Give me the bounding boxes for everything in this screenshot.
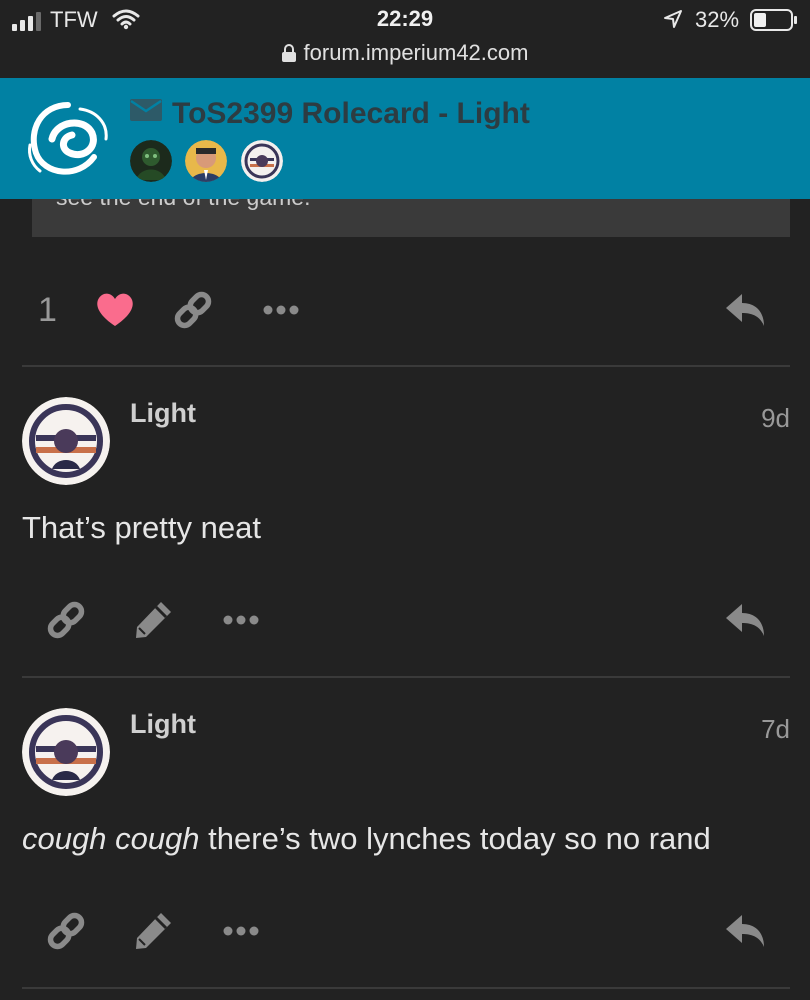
post-divider (22, 676, 790, 678)
participant-1-avatar[interactable] (130, 140, 172, 182)
edit-button[interactable] (131, 598, 175, 642)
battery-percent: 32% (695, 7, 740, 32)
post-age[interactable]: 9d (761, 403, 790, 434)
link-icon (47, 601, 85, 639)
link-icon (174, 291, 212, 329)
more-actions-button[interactable] (259, 288, 303, 332)
post-age[interactable]: 7d (761, 714, 790, 745)
address-url: forum.imperium42.com (303, 40, 529, 65)
avatar[interactable] (22, 708, 110, 796)
clock: 22:29 (376, 6, 434, 31)
more-actions-button[interactable] (219, 909, 263, 953)
more-actions-button[interactable] (219, 598, 263, 642)
share-link-button[interactable] (44, 909, 88, 953)
topic-title-text: ToS2399 Rolecard - Light (172, 97, 530, 130)
share-link-button[interactable] (171, 288, 215, 332)
link-icon (47, 912, 85, 950)
reply-button[interactable] (724, 288, 768, 332)
site-logo[interactable] (22, 95, 114, 183)
address-bar[interactable]: forum.imperium42.com (0, 40, 810, 66)
edit-icon (136, 602, 171, 638)
post-body: That’s pretty neat (22, 510, 261, 545)
like-button[interactable] (93, 288, 137, 332)
location-icon (664, 10, 682, 28)
reply-icon (726, 604, 764, 636)
edit-button[interactable] (131, 909, 175, 953)
share-link-button[interactable] (44, 598, 88, 642)
participant-2-avatar[interactable] (185, 140, 227, 182)
topic-title[interactable]: ToS2399 Rolecard - Light (130, 97, 530, 133)
more-icon (223, 926, 259, 936)
more-icon (223, 615, 259, 625)
reply-button[interactable] (724, 598, 768, 642)
heart-icon (97, 293, 133, 326)
avatar[interactable] (22, 397, 110, 485)
reply-button[interactable] (724, 909, 768, 953)
participant-3-avatar[interactable] (241, 140, 283, 182)
post-divider (22, 987, 790, 989)
like-count: 1 (38, 291, 57, 329)
post-body-text: there’s two lynches today so no rand (199, 821, 711, 856)
post-username[interactable]: Light (130, 709, 196, 740)
post-body: cough cough there’s two lynches today so… (22, 821, 711, 857)
battery-icon (750, 9, 797, 31)
post-username[interactable]: Light (130, 398, 196, 429)
post-divider (22, 365, 790, 367)
post-body-emphasis: cough cough (22, 821, 200, 856)
reply-icon (726, 915, 764, 947)
reply-icon (726, 294, 764, 326)
more-icon (263, 305, 299, 315)
envelope-icon (130, 99, 162, 121)
lock-icon (281, 44, 296, 62)
edit-icon (136, 913, 171, 949)
